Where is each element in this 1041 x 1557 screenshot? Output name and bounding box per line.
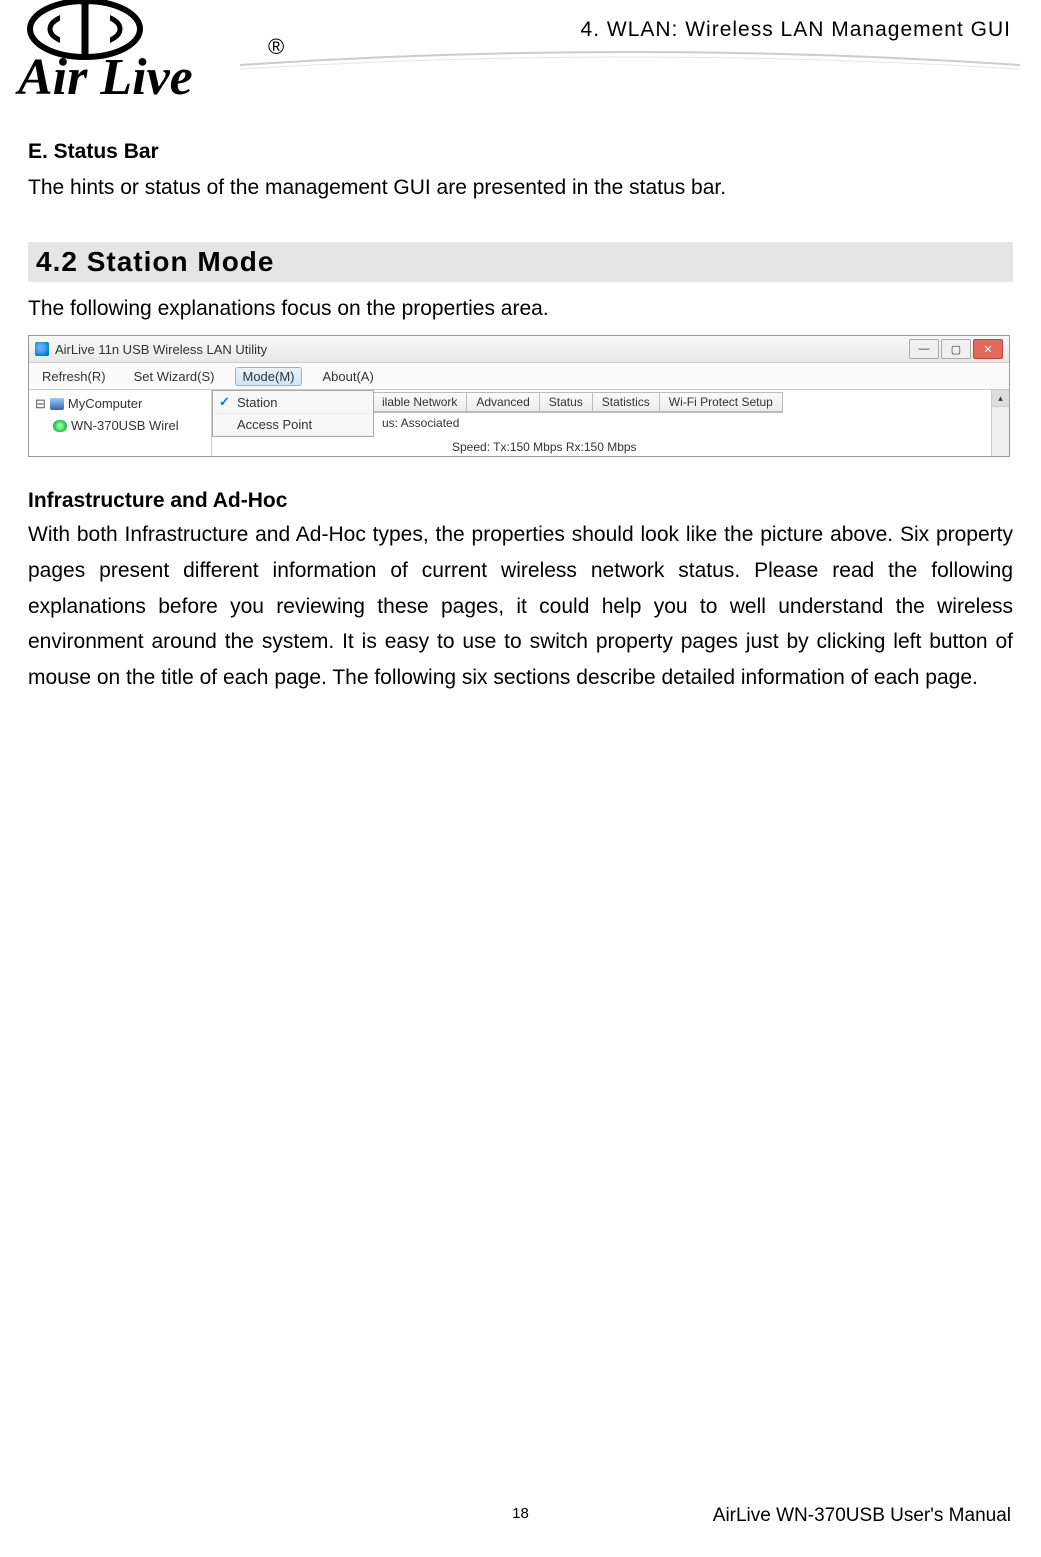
scrollbar[interactable]: ▴ [991, 390, 1009, 456]
menu-setwizard[interactable]: Set Wizard(S) [127, 367, 222, 386]
dropdown-item-station[interactable]: ✓ Station [213, 391, 373, 414]
svg-text:Air Live: Air Live [15, 49, 193, 104]
tree-child[interactable]: WN-370USB Wirel [53, 416, 205, 436]
section-infrastructure-heading: Infrastructure and Ad-Hoc [28, 489, 1013, 513]
properties-panel: ✓ Station Access Point ilable Network Ad… [212, 390, 1009, 456]
app-screenshot: AirLive 11n USB Wireless LAN Utility — ▢… [28, 335, 1010, 457]
speed-label: Speed: Tx:150 Mbps Rx:150 Mbps [452, 440, 637, 454]
window-titlebar: AirLive 11n USB Wireless LAN Utility — ▢… [29, 336, 1009, 363]
tab-statistics[interactable]: Statistics [593, 392, 660, 412]
tab-wifi-protect[interactable]: Wi-Fi Protect Setup [660, 392, 783, 412]
menu-refresh[interactable]: Refresh(R) [35, 367, 113, 386]
section-4-2-intro: The following explanations focus on the … [28, 292, 1013, 326]
tab-available-network[interactable]: ilable Network [372, 392, 467, 412]
tab-status[interactable]: Status [540, 392, 593, 412]
header-divider-swoosh [240, 45, 1020, 75]
window-title: AirLive 11n USB Wireless LAN Utility [55, 342, 909, 357]
scroll-up-button[interactable]: ▴ [992, 390, 1009, 407]
device-tree-sidebar: ⊟ MyComputer WN-370USB Wirel [29, 390, 212, 456]
minimize-button[interactable]: — [909, 339, 939, 359]
section-infrastructure-body: With both Infrastructure and Ad-Hoc type… [28, 517, 1013, 695]
tab-advanced[interactable]: Advanced [467, 392, 539, 412]
menu-bar: Refresh(R) Set Wizard(S) Mode(M) About(A… [29, 363, 1009, 390]
window-app-icon [35, 342, 49, 356]
dropdown-station-label: Station [237, 395, 277, 410]
maximize-button[interactable]: ▢ [941, 339, 971, 359]
dropdown-item-accesspoint[interactable]: Access Point [213, 414, 373, 436]
menu-about[interactable]: About(A) [316, 367, 381, 386]
close-button[interactable]: ✕ [973, 339, 1003, 359]
page-footer: 18 AirLive WN-370USB User's Manual [0, 1505, 1041, 1527]
tree-child-label: WN-370USB Wirel [71, 416, 179, 436]
wireless-device-icon [53, 420, 67, 432]
menu-mode[interactable]: Mode(M) [235, 367, 301, 386]
manual-name: AirLive WN-370USB User's Manual [713, 1505, 1011, 1527]
computer-icon [50, 398, 64, 410]
property-tabs: ilable Network Advanced Status Statistic… [372, 392, 783, 413]
chapter-title: 4. WLAN: Wireless LAN Management GUI [581, 18, 1011, 42]
tree-root-label: MyComputer [68, 394, 142, 414]
tree-root[interactable]: ⊟ MyComputer [35, 394, 205, 414]
page-header: Air Live ® 4. WLAN: Wireless LAN Managem… [0, 0, 1041, 110]
section-4-2-heading: 4.2 Station Mode [28, 242, 1013, 282]
check-icon: ✓ [219, 394, 231, 410]
mode-dropdown: ✓ Station Access Point [212, 390, 374, 437]
status-associated-label: us: Associated [382, 416, 459, 430]
section-e-heading: E. Status Bar [28, 140, 1013, 164]
dropdown-ap-label: Access Point [237, 417, 312, 432]
page-number: 18 [512, 1505, 529, 1522]
section-e-body: The hints or status of the management GU… [28, 170, 1013, 206]
